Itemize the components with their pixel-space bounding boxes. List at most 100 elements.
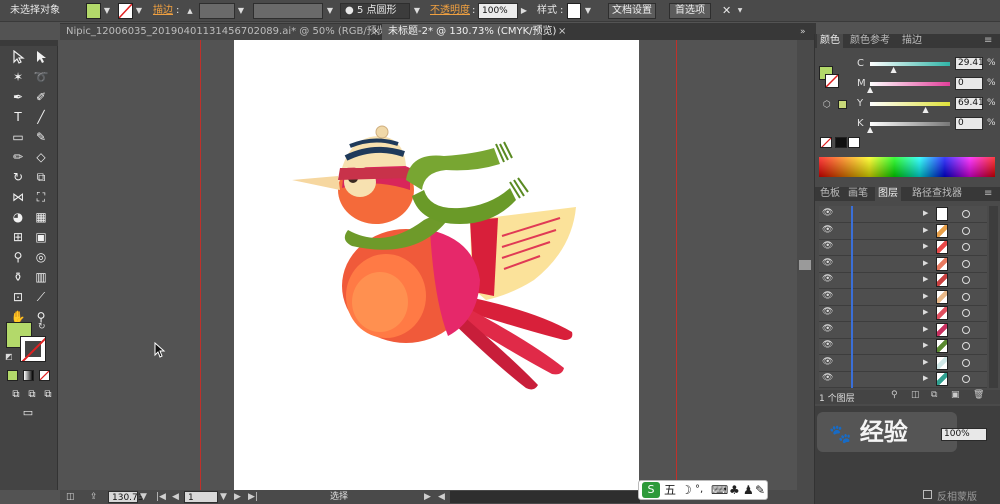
- slider-track-c[interactable]: [870, 62, 950, 66]
- document-settings-button[interactable]: 文档设置: [608, 3, 656, 19]
- white-swatch[interactable]: [848, 137, 860, 148]
- visibility-eye-icon[interactable]: 👁: [822, 225, 833, 235]
- tab-pathfinder[interactable]: 路径查找器: [909, 187, 965, 201]
- visibility-eye-icon[interactable]: 👁: [822, 241, 833, 251]
- ime-mode-label[interactable]: 五: [664, 481, 676, 499]
- screen-mode-icon[interactable]: ▭: [18, 404, 38, 422]
- page-arrow-icon[interactable]: ▼: [220, 491, 227, 503]
- variable-width-dropdown[interactable]: [253, 3, 323, 19]
- tab-nipic-document[interactable]: Nipic_12006035_20190401131456702089.ai* …: [60, 24, 391, 40]
- expand-arrow-icon[interactable]: ▶: [923, 292, 928, 300]
- visibility-eye-icon[interactable]: 👁: [822, 324, 833, 334]
- slider-value-field[interactable]: 0: [955, 77, 983, 90]
- layer-row[interactable]: 👁 ▶: [819, 239, 987, 256]
- expand-arrow-icon[interactable]: ▶: [923, 358, 928, 366]
- expand-arrow-icon[interactable]: ▶: [923, 341, 928, 349]
- stroke-weight-arrow-icon[interactable]: ▼: [236, 3, 246, 19]
- tab-brushes[interactable]: 画笔: [845, 187, 871, 201]
- column-graph-tool-icon[interactable]: ▥: [31, 268, 51, 286]
- slider-thumb[interactable]: ▲: [867, 126, 873, 134]
- eyedropper-tool-icon[interactable]: ⚲: [8, 248, 28, 266]
- gradient-mode-icon[interactable]: [23, 370, 34, 381]
- visibility-eye-icon[interactable]: 👁: [822, 258, 833, 268]
- pencil-tool-icon[interactable]: ✏: [8, 148, 28, 166]
- free-transform-tool-icon[interactable]: ⛶: [31, 188, 51, 206]
- target-circle-icon[interactable]: [962, 375, 970, 383]
- blend-tool-icon[interactable]: ◎: [31, 248, 51, 266]
- status-icon[interactable]: ◫: [66, 491, 75, 503]
- layer-row[interactable]: 👁 ▶: [819, 206, 987, 223]
- ime-toolbar[interactable]: S 五 ☽ °, ⌨ ♣ ♟ ✎: [638, 480, 768, 500]
- expand-arrow-icon[interactable]: ▶: [923, 226, 928, 234]
- slider-value-field[interactable]: 0: [955, 117, 983, 130]
- brush-dropdown[interactable]: ● 5 点圆形: [340, 3, 410, 19]
- perspective-grid-tool-icon[interactable]: ▦: [31, 208, 51, 226]
- new-layer-icon[interactable]: ▣: [951, 390, 960, 400]
- expand-arrow-icon[interactable]: ▶: [923, 325, 928, 333]
- line-tool-icon[interactable]: ╱: [31, 108, 51, 126]
- tab-swatches[interactable]: 色板: [817, 187, 843, 201]
- gradient-tool-icon[interactable]: ▣: [31, 228, 51, 246]
- visibility-eye-icon[interactable]: 👁: [822, 373, 833, 383]
- close-tab-icon[interactable]: ×: [558, 24, 566, 40]
- width-tool-icon[interactable]: ⋈: [8, 188, 28, 206]
- magic-wand-tool-icon[interactable]: ✶: [8, 68, 28, 86]
- swap-fill-stroke-icon[interactable]: ↻: [38, 322, 46, 332]
- scroll-left-icon[interactable]: ◀: [438, 491, 445, 503]
- out-of-gamut-icon[interactable]: ⬡: [823, 100, 831, 110]
- share-icon[interactable]: ⇪: [90, 491, 98, 503]
- target-circle-icon[interactable]: [962, 259, 970, 268]
- page-field[interactable]: 1: [184, 491, 218, 503]
- tab-untitled-2[interactable]: 未标题-2* @ 130.73% (CMYK/预览): [382, 24, 556, 40]
- slice-tool-icon[interactable]: ⟋: [31, 288, 51, 306]
- zoom-arrow-icon[interactable]: ▼: [140, 491, 147, 503]
- brush-arrow-icon[interactable]: ▼: [412, 3, 422, 19]
- scale-tool-icon[interactable]: ⧉: [31, 168, 51, 186]
- selection-tool-icon[interactable]: [8, 48, 28, 66]
- expand-arrow-icon[interactable]: ▶: [923, 209, 928, 217]
- direct-selection-tool-icon[interactable]: [31, 48, 51, 66]
- panel-menu-icon[interactable]: ≡: [981, 187, 995, 201]
- punctuation-icon[interactable]: °,: [695, 481, 703, 499]
- target-circle-icon[interactable]: [962, 292, 970, 301]
- layer-row[interactable]: 👁 ▶: [819, 222, 987, 240]
- layer-row[interactable]: 👁 ▶: [819, 338, 987, 355]
- expand-arrow-icon[interactable]: ▶: [923, 308, 928, 316]
- horizontal-scrollbar[interactable]: [450, 491, 640, 503]
- layer-row[interactable]: 👁 ▶: [819, 305, 987, 322]
- new-sublayer-icon[interactable]: ⧉: [931, 390, 937, 400]
- tools-icon[interactable]: ✎: [755, 481, 765, 499]
- stroke-stepper-icon[interactable]: ▲: [185, 3, 195, 19]
- style-arrow-icon[interactable]: ▼: [583, 3, 593, 19]
- layer-row[interactable]: 👁 ▶: [819, 354, 987, 372]
- fill-color-swatch[interactable]: [86, 3, 101, 19]
- draw-inside-icon[interactable]: ⧉: [38, 386, 58, 404]
- rotate-tool-icon[interactable]: ↻: [8, 168, 28, 186]
- artboard[interactable]: [234, 40, 639, 490]
- lasso-tool-icon[interactable]: ➰: [31, 68, 51, 86]
- type-tool-icon[interactable]: T: [8, 108, 28, 126]
- invert-mask-checkbox[interactable]: [923, 490, 932, 499]
- scroll-thumb[interactable]: [799, 260, 811, 270]
- zoom-field[interactable]: 130.73: [108, 491, 144, 503]
- slider-track-y[interactable]: [870, 102, 950, 106]
- paintbrush-tool-icon[interactable]: ✎: [31, 128, 51, 146]
- artboard-tool-icon[interactable]: ⊡: [8, 288, 28, 306]
- tab-overflow-icon[interactable]: »: [800, 24, 806, 40]
- visibility-eye-icon[interactable]: 👁: [822, 208, 833, 218]
- target-circle-icon[interactable]: [962, 243, 970, 251]
- visibility-eye-icon[interactable]: 👁: [822, 357, 833, 367]
- tools-grip[interactable]: [0, 40, 58, 46]
- target-circle-icon[interactable]: [962, 309, 970, 317]
- delete-layer-icon[interactable]: 🗑: [973, 390, 984, 400]
- slider-value-field[interactable]: 29.41: [955, 57, 984, 70]
- arrange-documents-icon[interactable]: ✕: [722, 3, 731, 19]
- tab-color[interactable]: 颜色: [817, 34, 843, 48]
- locate-object-icon[interactable]: ⚲: [891, 390, 898, 400]
- stroke-label[interactable]: 描边: [153, 3, 173, 19]
- last-page-icon[interactable]: ▶|: [248, 491, 258, 503]
- first-page-icon[interactable]: |◀: [156, 491, 166, 503]
- target-circle-icon[interactable]: [962, 358, 970, 367]
- arrange-arrow-icon[interactable]: ▼: [736, 3, 744, 19]
- expand-arrow-icon[interactable]: ▶: [923, 259, 928, 267]
